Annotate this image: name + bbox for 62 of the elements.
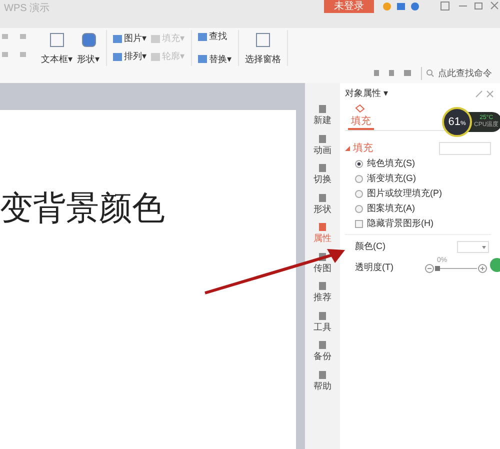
window-title: WPS 演示 <box>3 2 51 16</box>
side-tab[interactable]: 动画 <box>314 134 332 164</box>
option-label: 渐变填充(G) <box>367 172 416 186</box>
command-search-field[interactable]: 点此查找命令 <box>421 66 496 80</box>
ribbon-button[interactable]: 选择窗格 <box>245 32 281 66</box>
option-label: 纯色填充(S) <box>367 157 415 170</box>
tool-icon <box>82 32 96 46</box>
tab-icon <box>319 105 326 113</box>
side-tab[interactable]: 推荐 <box>314 282 332 312</box>
caret-icon <box>482 246 486 248</box>
ribbon-button[interactable]: 替换▾ <box>198 52 232 66</box>
plus-icon[interactable] <box>478 264 487 272</box>
tab-icon <box>319 164 326 172</box>
ribbon-button[interactable]: 形状▾ <box>77 32 100 66</box>
option-label: 图片或纹理填充(P) <box>367 187 442 200</box>
tool-icon <box>151 53 160 61</box>
tool-icon <box>198 55 207 64</box>
tab-icon <box>319 223 326 231</box>
fill-preview <box>439 142 491 155</box>
side-tab[interactable]: 备份 <box>314 341 332 370</box>
tool-icon <box>256 32 270 46</box>
tab-icon <box>319 312 326 320</box>
side-tab[interactable]: 工具 <box>314 312 332 341</box>
radio-button[interactable] <box>355 175 363 183</box>
tab-icon <box>319 370 326 378</box>
tool-icon <box>198 32 207 41</box>
tool-icon <box>113 53 122 61</box>
tab-icon <box>319 341 326 349</box>
search-icon <box>426 69 434 78</box>
color-dropdown[interactable] <box>457 241 489 253</box>
radio-button[interactable] <box>355 205 363 213</box>
tool-icon <box>50 32 64 46</box>
panel-title[interactable]: 对象属性 ▾ <box>345 87 389 101</box>
side-tab[interactable]: 形状 <box>314 194 332 223</box>
panel-tab[interactable]: 填充 <box>348 114 374 130</box>
ribbon-button[interactable]: 图片▾ <box>113 30 147 48</box>
radio-button[interactable] <box>355 160 363 168</box>
side-tab[interactable]: 帮助 <box>314 370 332 400</box>
side-tab[interactable]: 切换 <box>314 164 332 194</box>
toolbar-icons-drawing[interactable] <box>373 69 413 78</box>
section-header[interactable]: 填充 <box>353 141 373 156</box>
color-label: 颜色(C) <box>355 240 386 254</box>
minus-icon[interactable] <box>425 264 434 272</box>
collapse-icon[interactable] <box>345 146 350 151</box>
ribbon-button[interactable]: 查找 <box>198 30 232 44</box>
tool-icon <box>151 35 160 43</box>
side-tab[interactable]: 新建 <box>314 105 332 134</box>
option-label: 隐藏背景图形(H) <box>367 217 434 230</box>
radio-button[interactable] <box>355 190 363 198</box>
slide-title: 变背景颜色 <box>0 188 165 228</box>
tab-icon <box>319 282 326 290</box>
close-icon[interactable] <box>475 90 495 98</box>
ribbon-button[interactable]: 排列▾ <box>113 48 147 66</box>
tab-icon <box>319 194 326 202</box>
transparency-label: 透明度(T) <box>355 261 394 274</box>
checkbox[interactable] <box>355 220 363 228</box>
slider-thumb[interactable] <box>435 266 440 270</box>
ribbon-button[interactable]: 文本框▾ <box>41 32 73 66</box>
tab-icon <box>319 134 326 142</box>
window-controls-drawing[interactable] <box>440 1 500 11</box>
option-label: 图案填充(A) <box>367 202 415 216</box>
tool-icon <box>113 35 122 43</box>
